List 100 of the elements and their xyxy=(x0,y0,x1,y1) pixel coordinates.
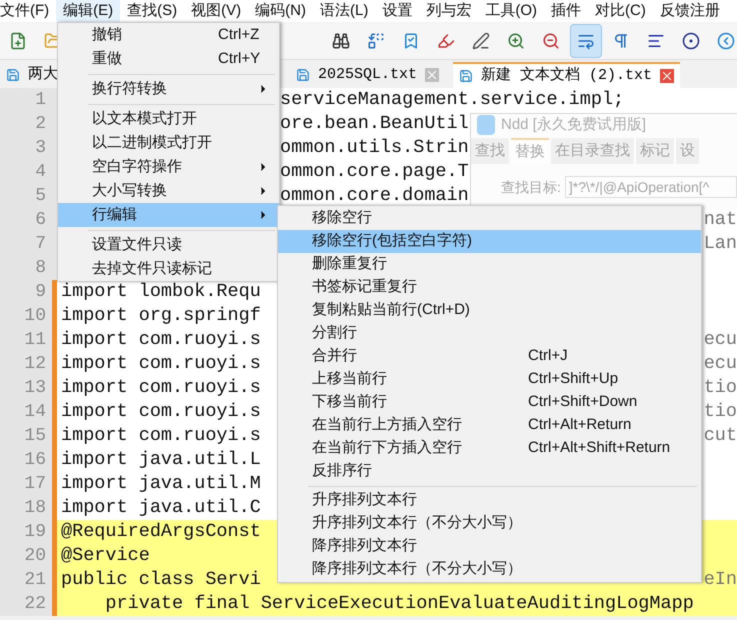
menu-item[interactable]: 以文本模式打开 xyxy=(58,107,279,131)
menu-bar-item[interactable]: 编码(N) xyxy=(248,0,313,22)
menu-item[interactable]: 升序排列文本行 xyxy=(278,489,701,512)
code-text: import com.ruoyi.s xyxy=(61,428,261,444)
menu-bar-item[interactable]: 编辑(E) xyxy=(56,0,120,22)
pen-icon xyxy=(472,32,490,50)
code-text: import java.util.L xyxy=(61,452,261,468)
code-text: Lan xyxy=(704,232,737,256)
menu-item[interactable]: 行编辑 xyxy=(58,203,279,227)
line-number: 13 xyxy=(0,376,52,400)
line-number: 6 xyxy=(0,208,52,232)
line-number: 17 xyxy=(0,472,52,496)
new-file-icon xyxy=(9,32,27,50)
code-text: tio xyxy=(704,400,737,424)
code-text: import com.ruoyi.s xyxy=(61,356,261,372)
code-text: serviceManagement.service.impl; xyxy=(280,92,624,108)
code-text: nat xyxy=(704,208,737,232)
menu-bar-item[interactable]: 列与宏 xyxy=(419,0,478,22)
code-text: @RequiredArgsConst xyxy=(61,524,261,540)
menu-item[interactable]: 撤销 Ctrl+Z xyxy=(58,23,279,47)
zoom-out-icon xyxy=(542,32,560,50)
menu-item[interactable]: 分割行 xyxy=(278,322,701,345)
save-icon xyxy=(296,68,310,82)
menu-item[interactable]: 删除重复行 xyxy=(278,253,701,276)
binoculars-icon xyxy=(332,32,350,50)
code-text: ommon.core.domain xyxy=(280,188,469,204)
line-number: 9 xyxy=(0,280,52,304)
menu-bar-item[interactable]: 文件(F) xyxy=(0,0,56,22)
menu-bar-item[interactable]: 反馈注册 xyxy=(652,0,727,22)
line-number: 22 xyxy=(0,592,52,616)
menu-item[interactable]: 上移当前行 Ctrl+Shift+Up xyxy=(278,368,701,391)
code-text: public class Servi xyxy=(61,572,261,588)
code-text: tio xyxy=(704,376,737,400)
code-text: import org.springf xyxy=(61,308,261,324)
menu-item[interactable]: 空白字符操作 xyxy=(58,155,279,179)
menu-bar-item[interactable]: 视图(V) xyxy=(184,0,248,22)
menu-item[interactable]: 去掉文件只读标记 xyxy=(58,257,279,281)
code-text: import com.ruoyi.s xyxy=(61,380,261,396)
menu-item[interactable]: 反排序行 xyxy=(278,460,701,483)
code-text: ommon.core.page.T xyxy=(280,164,469,180)
menu-bar-item[interactable]: 对比(C) xyxy=(588,0,653,22)
menu-item[interactable]: 复制粘贴当前行(Ctrl+D) xyxy=(278,299,701,322)
line-number: 7 xyxy=(0,232,52,256)
save-icon xyxy=(6,68,20,82)
line-number: 5 xyxy=(0,184,52,208)
menu-item[interactable]: 合并行 Ctrl+J xyxy=(278,345,701,368)
line-number: 15 xyxy=(0,424,52,448)
line-number: 3 xyxy=(0,136,52,160)
replace-icon xyxy=(367,32,385,50)
close-icon[interactable] xyxy=(660,69,674,83)
line-number: 19 xyxy=(0,520,52,544)
code-text: ore.bean.BeanUtil xyxy=(280,116,469,132)
find-label: 查找目标: xyxy=(501,178,561,196)
menu-item[interactable]: 在当前行上方插入空行 Ctrl+Alt+Return xyxy=(278,414,701,437)
pilcrow-icon xyxy=(612,32,630,50)
menu-item[interactable]: 书签标记重复行 xyxy=(278,276,701,299)
line-number: 2 xyxy=(0,112,52,136)
line-number: 11 xyxy=(0,328,52,352)
marker-icon xyxy=(437,32,455,50)
menu-item[interactable]: 在当前行下方插入空行 Ctrl+Alt+Shift+Return xyxy=(278,437,701,460)
menu-bar-item[interactable]: 查找(S) xyxy=(120,0,184,22)
line-number: 21 xyxy=(0,568,52,592)
code-text: import java.util.M xyxy=(61,476,261,492)
menu-item[interactable]: 以二进制模式打开 xyxy=(58,131,279,155)
menu-bar-item[interactable]: 工具(O) xyxy=(478,0,544,22)
code-text: import com.ruoyi.s xyxy=(61,404,261,420)
menu-bar-item[interactable]: 插件 xyxy=(544,0,588,22)
line-number: 16 xyxy=(0,448,52,472)
menu-item[interactable]: 下移当前行 Ctrl+Shift+Down xyxy=(278,391,701,414)
line-number: 18 xyxy=(0,496,52,520)
menu-item[interactable]: 设置文件只读 xyxy=(58,233,279,257)
code-text: private final ServiceExecutionEvaluateAuditingLogMapp xyxy=(104,596,694,612)
menu-bar-item[interactable]: 语法(L) xyxy=(312,0,376,22)
code-text: import com.ruoyi.s xyxy=(61,332,261,348)
line-number: 10 xyxy=(0,304,52,328)
line-number: 12 xyxy=(0,352,52,376)
app-logo-icon xyxy=(477,115,495,135)
menu-item[interactable]: 移除空行(包括空白字符) xyxy=(278,230,701,253)
menu-item[interactable]: 升序排列文本行（不分大小写） xyxy=(278,512,701,535)
line-number: 1 xyxy=(0,88,52,112)
code-text: import lombok.Requ xyxy=(61,284,261,300)
code-text: import java.util.C xyxy=(61,500,261,516)
menu-item[interactable]: 大小写转换 xyxy=(58,179,279,203)
code-text: ommon.utils.Strin xyxy=(280,140,469,156)
save-icon xyxy=(459,69,474,83)
menu-item[interactable]: 降序排列文本行 xyxy=(278,535,701,558)
line-number: 20 xyxy=(0,544,52,568)
menu-bar-item[interactable]: 设置 xyxy=(375,0,420,22)
bookmark-icon xyxy=(402,32,420,50)
menu-item[interactable]: 降序排列文本行（不分大小写） xyxy=(278,558,701,581)
code-text: eIn xyxy=(704,568,737,592)
code-text: ecu xyxy=(704,328,737,352)
menu-item[interactable]: 移除空行 xyxy=(278,207,701,230)
code-text: ecu xyxy=(704,352,737,376)
code-text: @Service xyxy=(61,548,151,564)
circle-icon xyxy=(682,32,700,50)
line-number: 8 xyxy=(0,256,52,280)
line-number: 14 xyxy=(0,400,52,424)
file-tab[interactable]: 新建 文本文档 (2).txt xyxy=(453,62,680,88)
dialog-title: Ndd [永久免费试用版] xyxy=(501,114,646,135)
